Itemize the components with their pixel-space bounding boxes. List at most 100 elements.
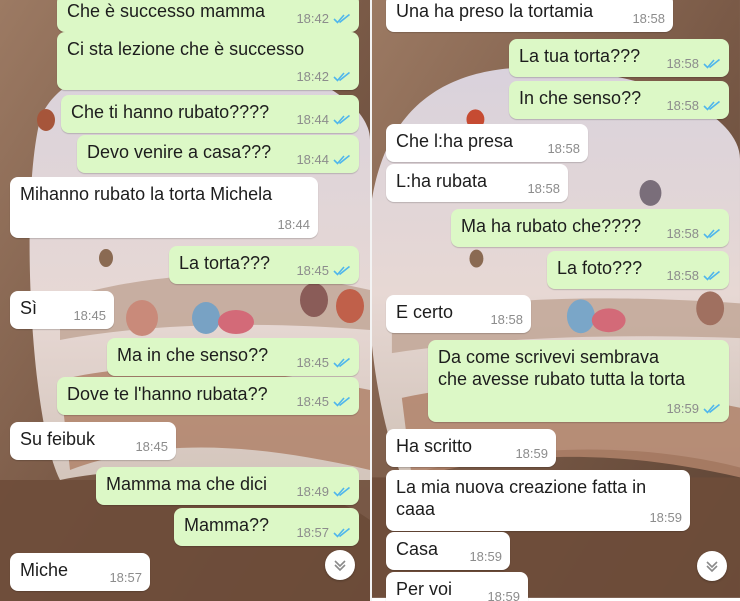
incoming-message-bubble[interactable]: Per voi 18:59	[386, 572, 528, 601]
message-text: Ci sta lezione che è successo	[67, 39, 305, 59]
message-time: 18:59	[469, 549, 502, 564]
outgoing-message-bubble[interactable]: Che è successo mamma 18:42	[57, 0, 359, 32]
message-time: 18:57	[296, 525, 329, 540]
incoming-message-bubble[interactable]: Mihanno rubato la torta Michela 18:44	[10, 177, 318, 238]
outgoing-message-bubble[interactable]: La foto??? 18:58	[547, 251, 729, 289]
message-meta: 18:58	[547, 141, 580, 156]
message-meta: 18:58	[490, 312, 523, 327]
message-time: 18:59	[666, 401, 699, 416]
message-meta: 18:58	[666, 268, 721, 283]
double-check-icon	[703, 270, 721, 281]
message-list: Una ha preso la tortamia 18:58 La tua tort…	[372, 0, 740, 601]
incoming-message-bubble[interactable]: Sì 18:45	[10, 291, 114, 329]
message-list: Che è successo mamma 18:42 Ci sta lezione …	[0, 0, 370, 601]
message-meta: 18:44	[296, 152, 351, 167]
outgoing-message-bubble[interactable]: Ma ha rubato che???? 18:58	[451, 209, 729, 247]
scroll-down-button[interactable]	[325, 550, 355, 580]
double-check-icon	[333, 486, 351, 497]
message-text: La mia nuova creazione fatta in caaa	[396, 477, 647, 519]
message-meta: 18:59	[469, 549, 502, 564]
incoming-message-bubble[interactable]: E certo 18:58	[386, 295, 531, 333]
message-time: 18:59	[515, 446, 548, 461]
incoming-message-bubble[interactable]: La mia nuova creazione fatta in caaa 18:5…	[386, 470, 690, 531]
double-check-icon	[703, 403, 721, 414]
outgoing-message-bubble[interactable]: Da come scrivevi sembrava che avesse rub…	[428, 340, 729, 422]
outgoing-message-bubble[interactable]: Dove te l'hanno rubata?? 18:45	[57, 377, 359, 415]
outgoing-message-bubble[interactable]: La tua torta??? 18:58	[509, 39, 729, 77]
message-time: 18:44	[296, 112, 329, 127]
message-meta: 18:49	[296, 484, 351, 499]
chat-panel-left: Che è successo mamma 18:42 Ci sta lezione …	[0, 0, 370, 601]
message-meta: 18:57	[296, 525, 351, 540]
chat-panel-right: Una ha preso la tortamia 18:58 La tua tort…	[370, 0, 740, 601]
message-text: Mihanno rubato la torta Michela	[20, 184, 273, 204]
message-time: 18:45	[296, 355, 329, 370]
message-meta: 18:58	[666, 226, 721, 241]
message-meta: 18:44	[296, 112, 351, 127]
message-meta: 18:58	[666, 56, 721, 71]
outgoing-message-bubble[interactable]: Che ti hanno rubato???? 18:44	[61, 95, 359, 133]
double-check-icon	[703, 58, 721, 69]
message-meta: 18:45	[296, 394, 351, 409]
double-check-icon	[703, 100, 721, 111]
message-time: 18:45	[135, 439, 168, 454]
message-time: 18:58	[547, 141, 580, 156]
message-meta: 18:45	[135, 439, 168, 454]
outgoing-message-bubble[interactable]: In che senso?? 18:58	[509, 81, 729, 119]
message-time: 18:58	[666, 56, 699, 71]
message-meta: 18:45	[296, 355, 351, 370]
message-meta: 18:58	[666, 98, 721, 113]
double-check-icon	[333, 154, 351, 165]
message-time: 18:45	[296, 263, 329, 278]
incoming-message-bubble[interactable]: Una ha preso la tortamia 18:58	[386, 0, 673, 32]
message-meta: 18:59	[666, 401, 721, 416]
message-time: 18:45	[296, 394, 329, 409]
chevron-down-icon	[706, 561, 718, 573]
message-time: 18:45	[73, 308, 106, 323]
message-time: 18:44	[277, 217, 310, 232]
message-time: 18:44	[296, 152, 329, 167]
double-check-icon	[333, 13, 351, 24]
message-meta: 18:59	[487, 589, 520, 601]
incoming-message-bubble[interactable]: Che l:ha presa 18:58	[386, 124, 588, 162]
message-time: 18:59	[487, 589, 520, 601]
message-time: 18:59	[649, 510, 682, 525]
message-time: 18:58	[666, 226, 699, 241]
message-meta: 18:57	[109, 570, 142, 585]
message-time: 18:58	[632, 11, 665, 26]
double-check-icon	[333, 265, 351, 276]
double-check-icon	[333, 357, 351, 368]
chevron-down-icon	[334, 560, 346, 572]
incoming-message-bubble[interactable]: Miche 18:57	[10, 553, 150, 591]
message-time: 18:42	[296, 11, 329, 26]
message-meta: 18:42	[296, 69, 351, 84]
incoming-message-bubble[interactable]: Su feibuk 18:45	[10, 422, 176, 460]
message-text: Da come scrivevi sembrava che avesse rub…	[438, 347, 686, 389]
message-time: 18:49	[296, 484, 329, 499]
message-time: 18:58	[490, 312, 523, 327]
scroll-down-button[interactable]	[697, 551, 727, 581]
incoming-message-bubble[interactable]: Ha scritto 18:59	[386, 429, 556, 467]
message-meta: 18:59	[649, 510, 682, 525]
incoming-message-bubble[interactable]: L:ha rubata 18:58	[386, 164, 568, 202]
outgoing-message-bubble[interactable]: La torta??? 18:45	[169, 246, 359, 284]
incoming-message-bubble[interactable]: Casa 18:59	[386, 532, 510, 570]
message-meta: 18:59	[515, 446, 548, 461]
message-time: 18:58	[527, 181, 560, 196]
message-meta: 18:58	[632, 11, 665, 26]
message-time: 18:58	[666, 268, 699, 283]
double-check-icon	[333, 114, 351, 125]
message-meta: 18:44	[277, 217, 310, 232]
outgoing-message-bubble[interactable]: Mamma?? 18:57	[174, 508, 359, 546]
double-check-icon	[703, 228, 721, 239]
double-check-icon	[333, 71, 351, 82]
message-meta: 18:58	[527, 181, 560, 196]
message-meta: 18:42	[296, 11, 351, 26]
outgoing-message-bubble[interactable]: Mamma ma che dici 18:49	[96, 467, 359, 505]
message-time: 18:42	[296, 69, 329, 84]
outgoing-message-bubble[interactable]: Devo venire a casa??? 18:44	[77, 135, 359, 173]
outgoing-message-bubble[interactable]: Ma in che senso?? 18:45	[107, 338, 359, 376]
outgoing-message-bubble[interactable]: Ci sta lezione che è successo 18:42	[57, 32, 359, 90]
double-check-icon	[333, 527, 351, 538]
message-meta: 18:45	[73, 308, 106, 323]
